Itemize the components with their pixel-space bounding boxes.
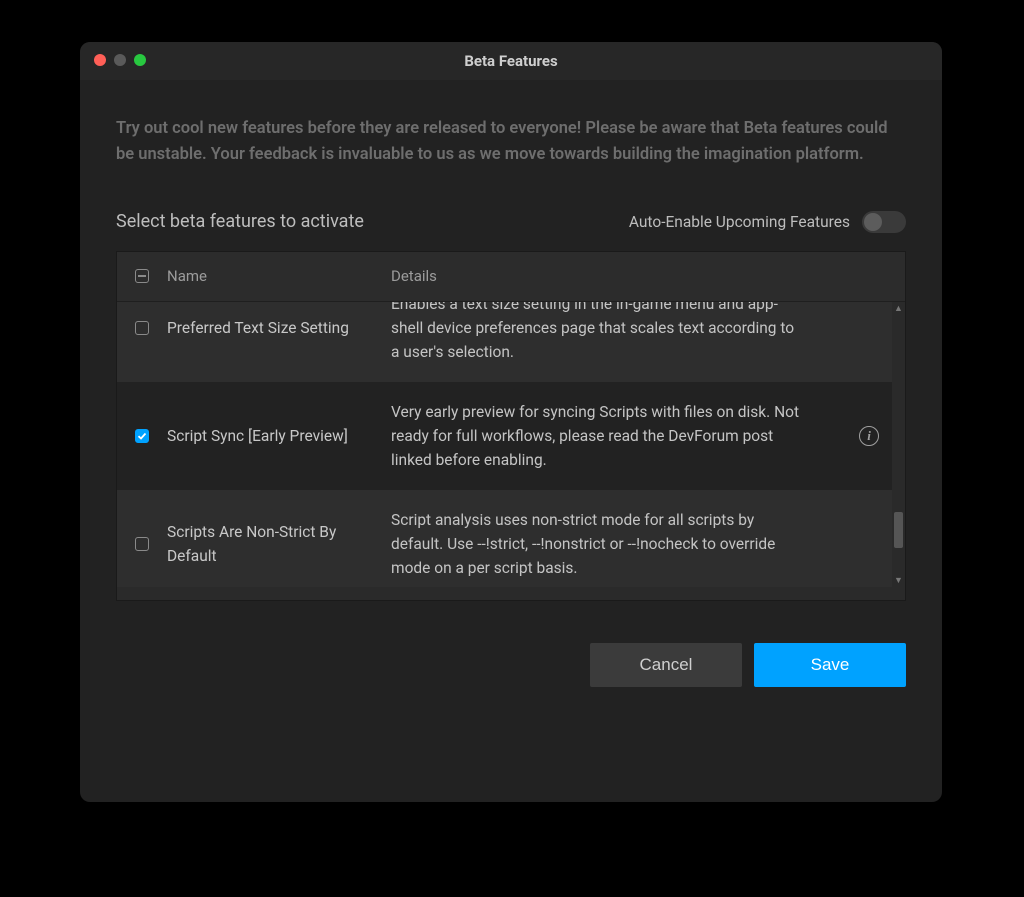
auto-enable-group: Auto-Enable Upcoming Features xyxy=(629,211,906,233)
horizontal-scrollbar[interactable] xyxy=(117,587,905,600)
feature-checkbox[interactable] xyxy=(135,537,149,551)
minimize-icon[interactable] xyxy=(114,54,126,66)
save-button[interactable]: Save xyxy=(754,643,906,687)
table-row: Script Sync [Early Preview] Very early pr… xyxy=(117,382,892,490)
subheader-row: Select beta features to activate Auto-En… xyxy=(116,211,906,233)
window-title: Beta Features xyxy=(464,52,557,70)
column-header-name[interactable]: Name xyxy=(167,267,391,285)
indeterminate-icon xyxy=(138,275,146,277)
table-header: Name Details xyxy=(117,252,905,302)
select-all-checkbox[interactable] xyxy=(135,269,149,283)
feature-details: Script analysis uses non-strict mode for… xyxy=(391,508,806,580)
auto-enable-label: Auto-Enable Upcoming Features xyxy=(629,213,850,231)
feature-name: Preferred Text Size Setting xyxy=(167,316,381,340)
feature-checkbox[interactable] xyxy=(135,429,149,443)
subheader-label: Select beta features to activate xyxy=(116,211,364,232)
traffic-lights xyxy=(94,54,146,66)
close-icon[interactable] xyxy=(94,54,106,66)
feature-name: Scripts Are Non-Strict By Default xyxy=(167,520,381,568)
feature-checkbox[interactable] xyxy=(135,321,149,335)
titlebar: Beta Features xyxy=(80,42,942,80)
table-body: Preferred Text Size Setting Enables a tex… xyxy=(117,302,905,600)
cancel-button[interactable]: Cancel xyxy=(590,643,742,687)
scroll-up-icon[interactable]: ▲ xyxy=(892,302,905,315)
window-body: Try out cool new features before they ar… xyxy=(80,80,942,802)
feature-details: Enables a text size setting in the in-ga… xyxy=(391,302,806,364)
feature-name: Script Sync [Early Preview] xyxy=(167,424,381,448)
scrollbar-thumb[interactable] xyxy=(894,512,903,548)
info-icon[interactable]: i xyxy=(859,426,879,446)
features-table: Name Details Preferred Text Size Setting… xyxy=(116,251,906,601)
column-header-details[interactable]: Details xyxy=(391,267,859,285)
fullscreen-icon[interactable] xyxy=(134,54,146,66)
toggle-knob xyxy=(864,213,882,231)
vertical-scrollbar[interactable]: ▲ ▼ xyxy=(892,302,905,587)
footer: Cancel Save xyxy=(116,643,906,687)
table-row: Preferred Text Size Setting Enables a tex… xyxy=(117,302,892,382)
intro-text: Try out cool new features before they ar… xyxy=(116,116,906,169)
auto-enable-toggle[interactable] xyxy=(862,211,906,233)
beta-features-window: Beta Features Try out cool new features … xyxy=(80,42,942,802)
feature-details: Very early preview for syncing Scripts w… xyxy=(391,400,806,472)
scroll-down-icon[interactable]: ▼ xyxy=(892,574,905,587)
table-row: Scripts Are Non-Strict By DefaultScript … xyxy=(117,490,892,598)
